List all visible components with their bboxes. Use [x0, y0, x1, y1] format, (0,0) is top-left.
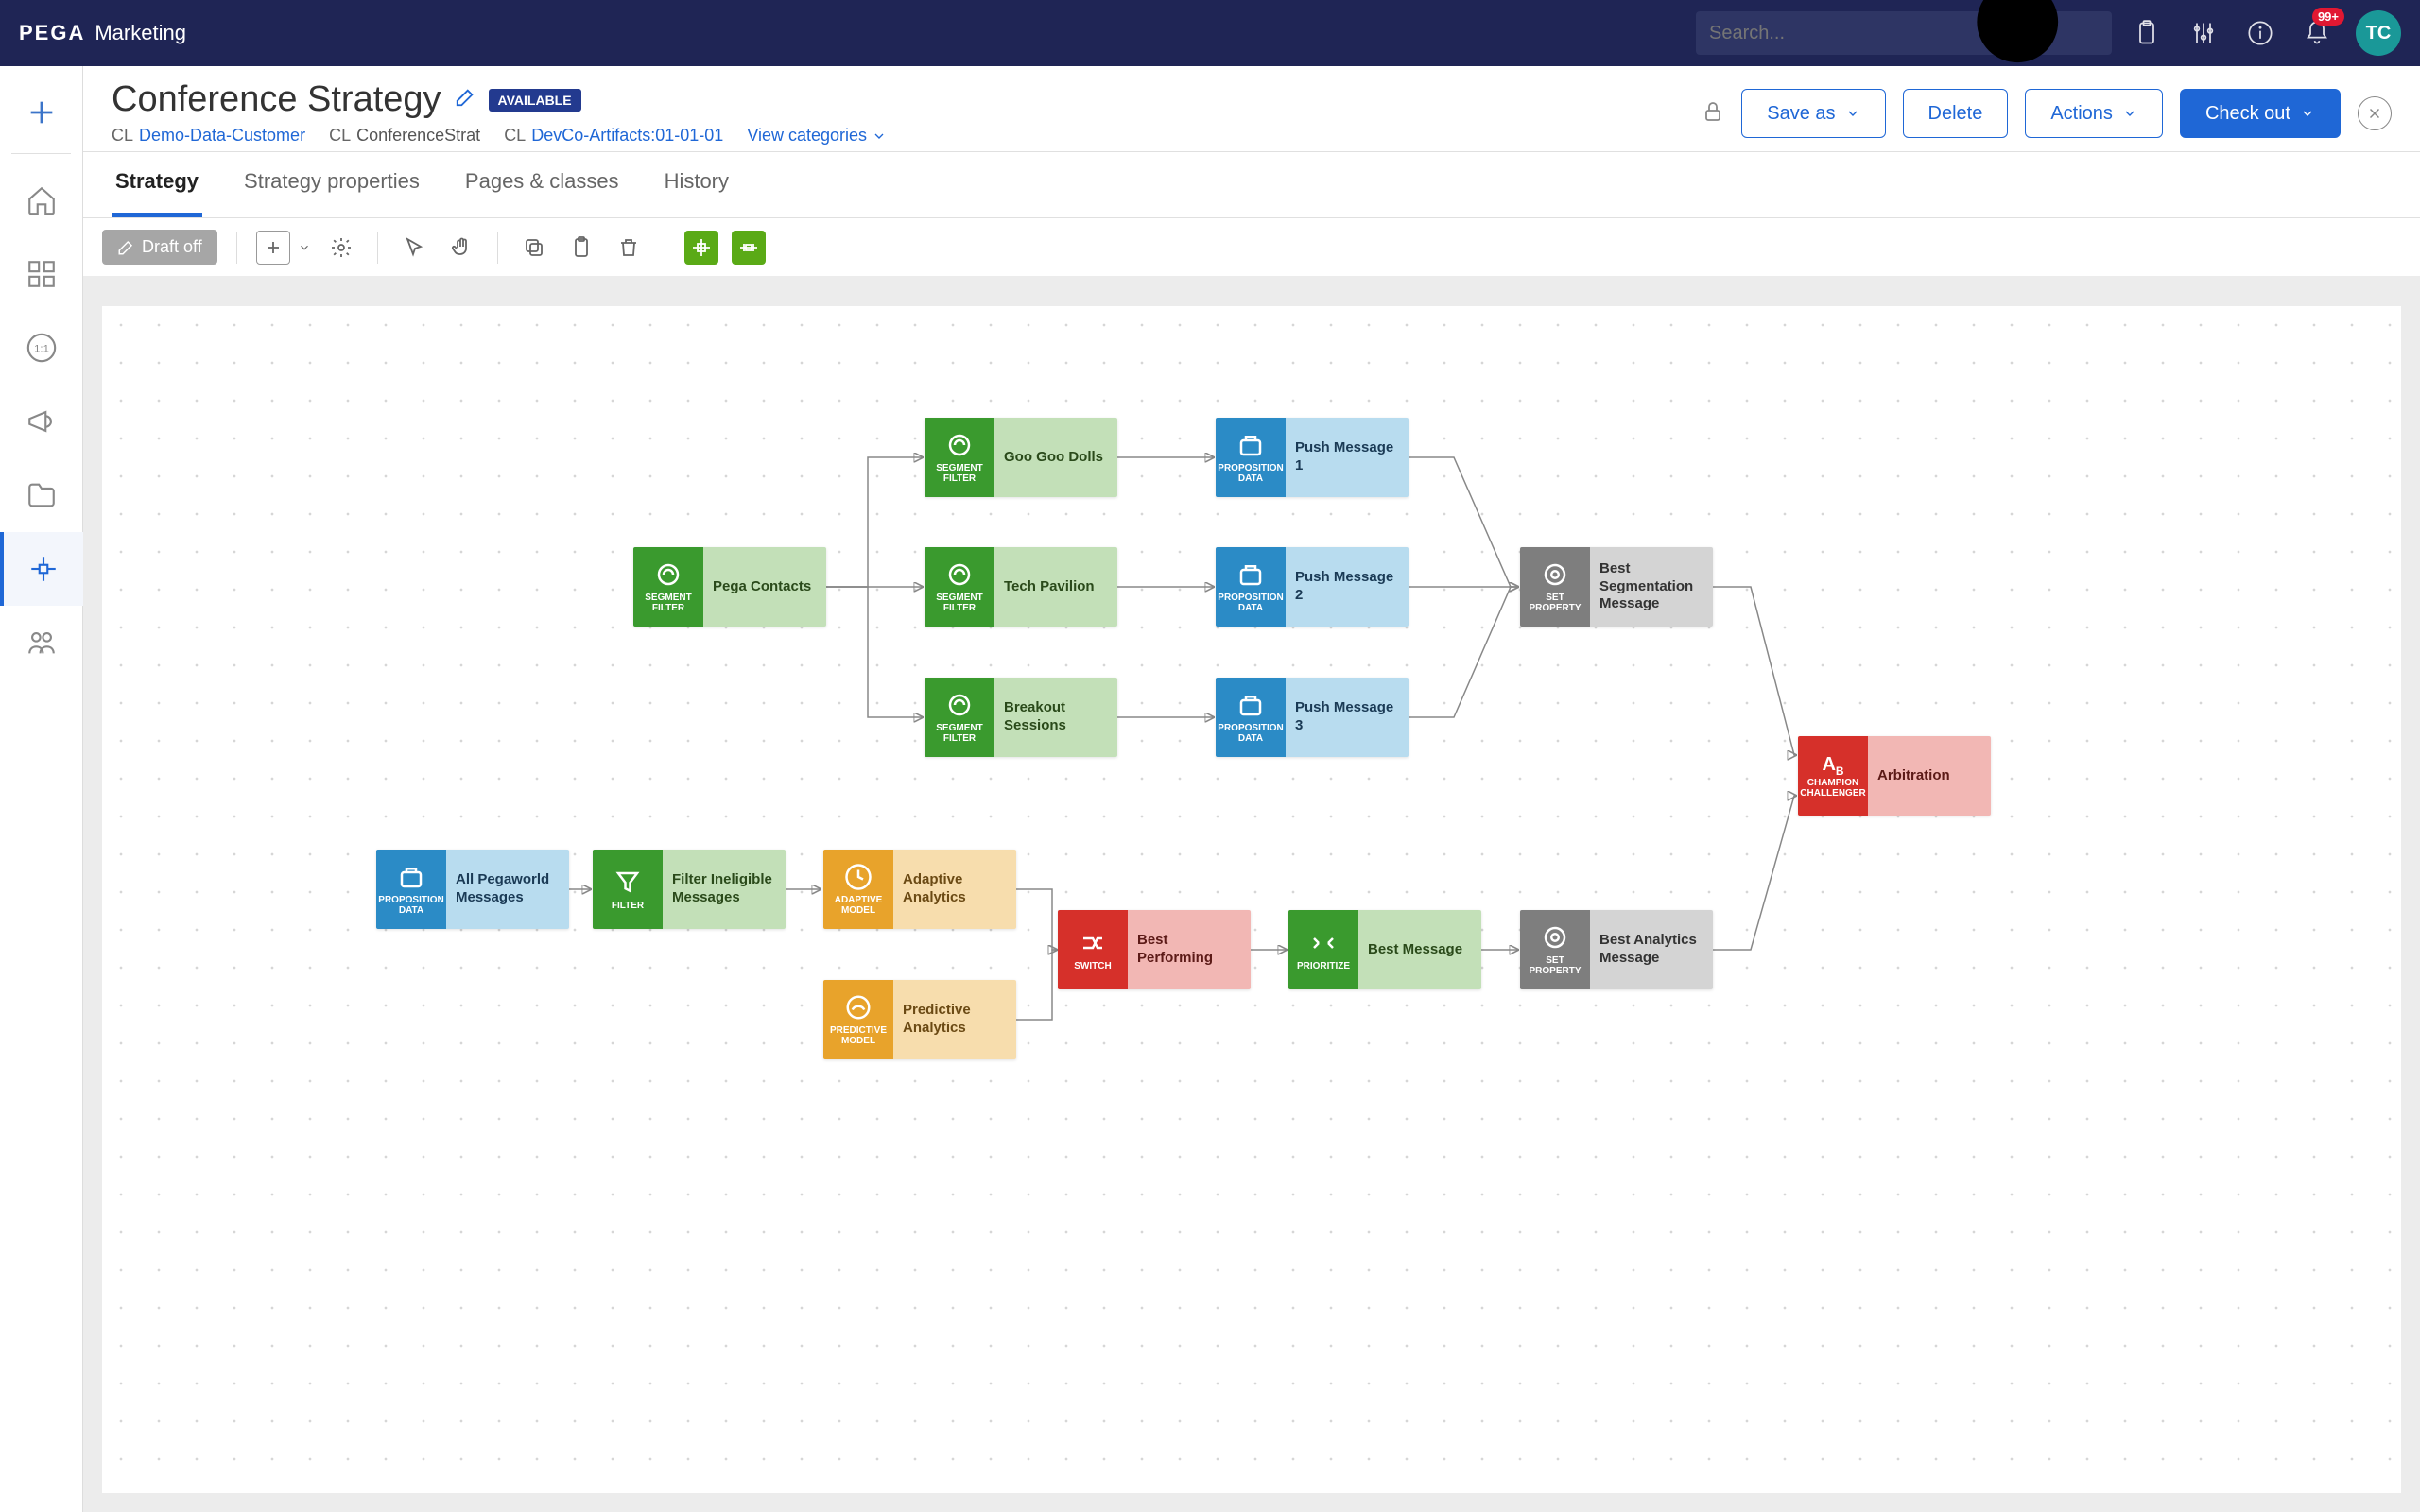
- node-push-message-1[interactable]: PROPOSITION DATA Push Message 1: [1216, 418, 1409, 497]
- tab-pages[interactable]: Pages & classes: [461, 152, 623, 217]
- breadcrumb: CLDemo-Data-Customer CLConferenceStrat C…: [112, 126, 1702, 146]
- add-button[interactable]: [0, 76, 83, 149]
- left-rail: 1:1: [0, 66, 83, 1512]
- campaigns-icon[interactable]: [0, 385, 83, 458]
- node-best-analytics-msg[interactable]: SET PROPERTY Best Analytics Message: [1520, 910, 1713, 989]
- brand-product: Marketing: [95, 21, 186, 45]
- node-predictive-analytics[interactable]: PREDICTIVE MODEL Predictive Analytics: [823, 980, 1016, 1059]
- paste-icon[interactable]: [564, 231, 598, 265]
- checkout-button[interactable]: Check out: [2180, 89, 2341, 138]
- top-nav: PEGA Marketing 99+ TC: [0, 0, 2420, 66]
- view-categories-link[interactable]: View categories: [747, 126, 867, 145]
- node-all-pegaworld[interactable]: PROPOSITION DATA All Pegaworld Messages: [376, 850, 569, 929]
- node-push-message-3[interactable]: PROPOSITION DATA Push Message 3: [1216, 678, 1409, 757]
- crumb-link-class[interactable]: Demo-Data-Customer: [139, 126, 305, 145]
- node-tech-pavilion[interactable]: SEGMENT FILTER Tech Pavilion: [925, 547, 1117, 627]
- delete-button[interactable]: Delete: [1903, 89, 2009, 138]
- search-input[interactable]: [1709, 23, 1960, 44]
- save-as-button[interactable]: Save as: [1741, 89, 1885, 138]
- strategy-icon[interactable]: [0, 532, 83, 606]
- pan-tool[interactable]: [444, 231, 478, 265]
- settings-icon[interactable]: [324, 231, 358, 265]
- status-badge: AVAILABLE: [489, 89, 581, 112]
- node-best-segmentation[interactable]: SET PROPERTY Best Segmentation Message: [1520, 547, 1713, 627]
- node-best-performing[interactable]: SWITCH Best Performing: [1058, 910, 1251, 989]
- canvas-toolbar: Draft off: [83, 218, 2420, 276]
- delete-icon[interactable]: [612, 231, 646, 265]
- node-pega-contacts[interactable]: SEGMENT FILTER Pega Contacts: [633, 547, 826, 627]
- crumb-link-ruleset[interactable]: DevCo-Artifacts:01-01-01: [531, 126, 723, 145]
- copy-icon[interactable]: [517, 231, 551, 265]
- home-icon[interactable]: [0, 163, 83, 237]
- tab-history[interactable]: History: [661, 152, 733, 217]
- audiences-icon[interactable]: [0, 606, 83, 679]
- pointer-tool[interactable]: [397, 231, 431, 265]
- search-box[interactable]: [1696, 11, 2112, 55]
- notifications-icon[interactable]: 99+: [2295, 11, 2339, 55]
- page-header: Conference Strategy AVAILABLE CLDemo-Dat…: [83, 66, 2420, 152]
- node-push-message-2[interactable]: PROPOSITION DATA Push Message 2: [1216, 547, 1409, 627]
- main-area: Conference Strategy AVAILABLE CLDemo-Dat…: [83, 66, 2420, 1512]
- lock-icon: [1702, 100, 1724, 128]
- actions-button[interactable]: Actions: [2025, 89, 2163, 138]
- node-goo-goo-dolls[interactable]: SEGMENT FILTER Goo Goo Dolls: [925, 418, 1117, 497]
- tab-bar: Strategy Strategy properties Pages & cla…: [83, 152, 2420, 218]
- info-icon[interactable]: [2238, 11, 2282, 55]
- edit-title-icon[interactable]: [455, 87, 475, 112]
- strategy-canvas[interactable]: SEGMENT FILTER Pega Contacts SEGMENT FIL…: [102, 306, 2401, 1493]
- tab-strategy[interactable]: Strategy: [112, 152, 202, 217]
- notification-badge: 99+: [2312, 8, 2344, 26]
- one-to-one-icon[interactable]: 1:1: [0, 311, 83, 385]
- brand-logo: PEGA: [19, 21, 85, 45]
- apps-icon[interactable]: [0, 237, 83, 311]
- node-arbitration[interactable]: ABCHAMPION CHALLENGER Arbitration: [1798, 736, 1991, 816]
- avatar[interactable]: TC: [2356, 10, 2401, 56]
- tab-properties[interactable]: Strategy properties: [240, 152, 424, 217]
- node-breakout-sessions[interactable]: SEGMENT FILTER Breakout Sessions: [925, 678, 1117, 757]
- align-icon[interactable]: [684, 231, 718, 265]
- page-title: Conference Strategy: [112, 79, 441, 120]
- node-adaptive-analytics[interactable]: ADAPTIVE MODEL Adaptive Analytics: [823, 850, 1016, 929]
- add-shape-button[interactable]: [256, 231, 290, 265]
- sliders-icon[interactable]: [2182, 11, 2225, 55]
- close-button[interactable]: [2358, 96, 2392, 130]
- node-filter-ineligible[interactable]: FILTER Filter Ineligible Messages: [593, 850, 786, 929]
- draft-toggle[interactable]: Draft off: [102, 230, 217, 265]
- clipboard-icon[interactable]: [2125, 11, 2169, 55]
- distribute-icon[interactable]: [732, 231, 766, 265]
- node-best-message[interactable]: PRIORITIZE Best Message: [1288, 910, 1481, 989]
- folder-icon[interactable]: [0, 458, 83, 532]
- svg-text:1:1: 1:1: [34, 343, 49, 354]
